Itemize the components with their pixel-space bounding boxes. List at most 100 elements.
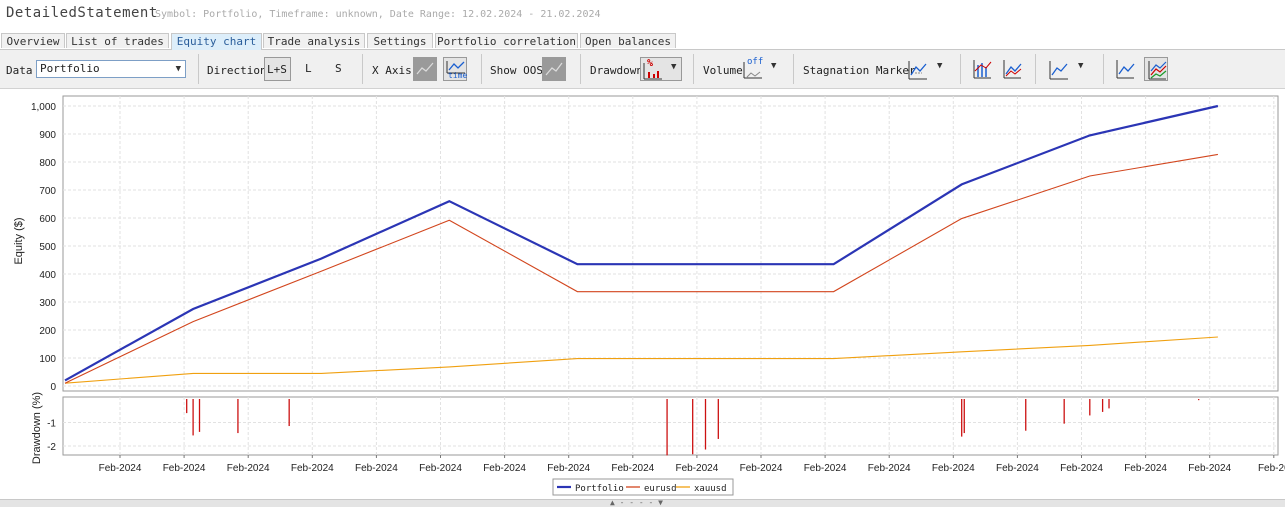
x-tick-label: Feb-2024: [227, 463, 270, 474]
equity-y-tick-label: 500: [39, 242, 56, 253]
direction-ls-text: L+S: [267, 63, 287, 76]
toolbar-divider: [362, 54, 363, 84]
x-tick-label: Feb-2024: [996, 463, 1039, 474]
multi-series-button[interactable]: [1144, 57, 1168, 81]
tab-open-balances[interactable]: Open balances: [580, 33, 676, 48]
tab-trade-analysis[interactable]: Trade analysis: [263, 33, 365, 48]
data-select[interactable]: Portfolio ▼: [36, 60, 186, 78]
equity-y-axis-label: Equity ($): [13, 217, 25, 264]
x-tick-label: Feb-2024: [740, 463, 783, 474]
direction-label: Direction: [207, 64, 267, 77]
single-series-button[interactable]: [1113, 57, 1137, 81]
chevron-down-icon: ▼: [1078, 61, 1084, 71]
direction-short-button[interactable]: S: [328, 57, 352, 81]
x-tick-label: Feb-2024: [1060, 463, 1103, 474]
direction-long-short-button[interactable]: L+S: [264, 57, 291, 81]
x-tick-label: Feb-2024: [355, 463, 398, 474]
x-tick-label: Feb-2024: [1188, 463, 1231, 474]
stagnation-marker-select[interactable]: ▼: [905, 57, 947, 81]
equity-y-tick-label: 800: [39, 158, 56, 169]
line-view-button[interactable]: [1000, 57, 1024, 81]
equity-y-tick-label: 700: [39, 186, 56, 197]
equity-y-ticks: 1,000 900 800 700 600 500 400 300 200 100 0: [31, 102, 56, 393]
legend-item-xauusd: xauusd: [694, 484, 727, 494]
toolbar-divider: [793, 54, 794, 84]
drawdown-y-axis-label: Drawdown (%): [31, 392, 43, 464]
show-oos-button[interactable]: [542, 57, 566, 81]
equity-y-tick-label: 600: [39, 214, 56, 225]
equity-plot-frame: [62, 95, 1279, 392]
show-oos-label: Show OOS: [490, 64, 543, 77]
volume-select[interactable]: off ▼: [741, 57, 783, 81]
chevron-down-icon: ▼: [175, 64, 181, 74]
tab-overview[interactable]: Overview: [1, 33, 65, 48]
equity-y-tick-label: 100: [39, 354, 56, 365]
line-chart-icon: [416, 62, 434, 75]
app-title: DetailedStatement: [6, 5, 158, 21]
drawdown-select[interactable]: % ▼: [640, 57, 682, 81]
drawdown-chart-icon: [643, 63, 662, 80]
oos-chart-icon: [545, 62, 563, 76]
tab-list-of-trades[interactable]: List of trades: [66, 33, 169, 48]
xaxis-label: X Axis: [372, 64, 412, 77]
x-tick-label: Feb-2024: [611, 463, 654, 474]
direction-l-text: L: [305, 62, 312, 75]
bar-chart-view-button[interactable]: [970, 57, 994, 81]
x-tick-label: Feb-2024: [804, 463, 847, 474]
data-label: Data: [6, 64, 33, 77]
multi-line-chart-icon: [1148, 61, 1167, 80]
drawdown-grid: [62, 396, 1279, 456]
drawdown-y-tick-label: -1: [47, 419, 56, 430]
x-tick-label: Feb-2024: [291, 463, 334, 474]
toolbar-divider: [198, 54, 199, 84]
line-chart-icon: [1116, 60, 1135, 79]
equity-grid: [62, 95, 1279, 392]
bar-chart-icon: [973, 60, 992, 79]
volume-label: Volume: [703, 64, 743, 77]
legend-item-portfolio: Portfolio: [575, 484, 624, 494]
toolbar-divider: [1035, 54, 1036, 84]
chevron-down-icon: ▼: [771, 61, 777, 71]
xaxis-time-button[interactable]: time: [443, 57, 467, 81]
stagnation-chart-icon: [908, 61, 927, 80]
drawdown-y-ticks: -1 -2: [47, 419, 56, 454]
x-axis-ticks: Feb-2024 Feb-2024 Feb-2024 Feb-2024 Feb-2024…: [99, 455, 1285, 474]
equity-chart-area: 1,000 900 800 700 600 500 400 300 200 100 0 -1 -2 F…: [0, 89, 1285, 499]
chevron-down-icon: ▼: [671, 62, 677, 72]
tab-equity-chart[interactable]: Equity chart: [171, 33, 262, 50]
x-tick-label: Feb-2024: [419, 463, 462, 474]
chevron-down-icon: ▼: [937, 61, 943, 71]
drawdown-label: Drawdown: [590, 64, 643, 77]
x-tick-label: Feb-2024: [483, 463, 526, 474]
line-chart-icon: [1049, 61, 1068, 80]
xaxis-trades-button[interactable]: [413, 57, 437, 81]
volume-chart-icon: [743, 62, 762, 79]
equity-y-tick-label: 400: [39, 270, 56, 281]
chart-toolbar: Data Portfolio ▼ Direction L+S L S X Axi…: [0, 50, 1285, 89]
equity-chart: 1,000 900 800 700 600 500 400 300 200 100 0 -1 -2 F…: [13, 95, 1285, 496]
x-tick-label: Feb-2024: [99, 463, 142, 474]
xaxis-time-text: time: [448, 71, 468, 80]
x-tick-label: Feb-2024: [868, 463, 911, 474]
title-bar: DetailedStatement Symbol: Portfolio, Tim…: [0, 0, 1285, 32]
toolbar-divider: [481, 54, 482, 84]
stagnation-marker-label: Stagnation Marker: [803, 64, 916, 77]
drawdown-y-tick-label: -2: [47, 442, 56, 453]
equity-y-tick-label: 0: [50, 382, 56, 393]
line-chart-icon: [1003, 60, 1022, 79]
direction-long-button[interactable]: L: [298, 57, 322, 81]
toolbar-divider: [960, 54, 961, 84]
tab-portfolio-correlation[interactable]: Portfolio correlation: [435, 33, 578, 48]
equity-y-tick-label: 900: [39, 130, 56, 141]
equity-y-tick-label: 300: [39, 298, 56, 309]
x-tick-label: Feb-2024: [1124, 463, 1167, 474]
toolbar-divider: [1103, 54, 1104, 84]
chart-style-select[interactable]: ▼: [1046, 57, 1088, 81]
toolbar-divider: [693, 54, 694, 84]
x-tick-label: Feb-2024: [675, 463, 718, 474]
toolbar-divider: [580, 54, 581, 84]
tab-settings[interactable]: Settings: [367, 33, 433, 48]
legend-item-eurusd: eurusd: [644, 484, 677, 494]
direction-s-text: S: [335, 62, 342, 75]
app-subtitle: Symbol: Portfolio, Timeframe: unknown, D…: [155, 9, 601, 20]
